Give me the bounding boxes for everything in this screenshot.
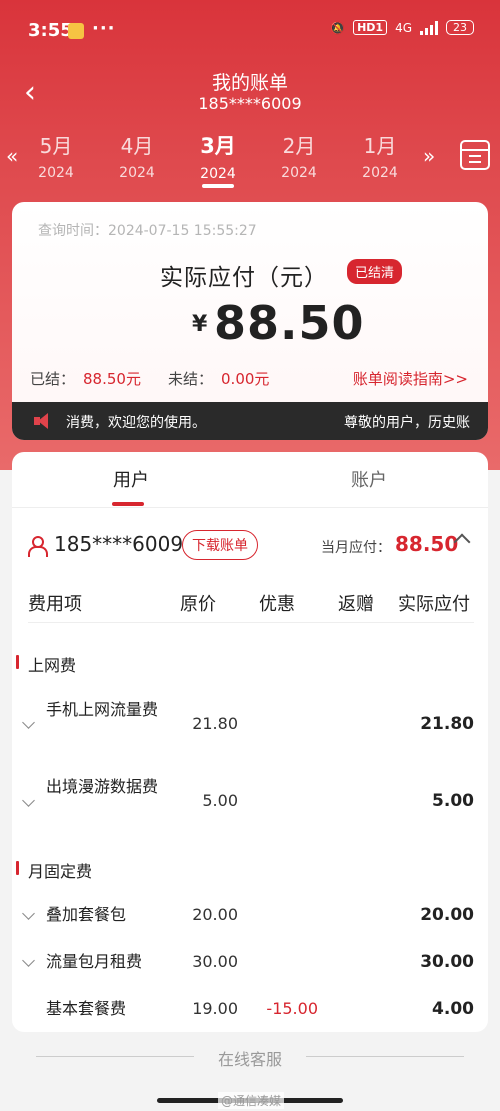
speaker-icon [34,413,50,429]
unsettled-value: 0.00元 [221,370,270,388]
chevron-down-icon[interactable] [22,954,35,967]
page-subtitle: 185****6009 [198,94,302,113]
watermark-text: @通信凑媒 [218,1092,285,1109]
status-bar: 3:55 ··· 🔕 HD1 4G 23 [0,0,500,62]
status-indicators: 🔕 HD1 4G 23 [330,20,474,35]
status-time: 3:55 [28,20,73,41]
header-final: 实际应付 [398,594,470,615]
month-tab-april[interactable]: 4月 2024 [107,130,167,181]
section-title: 上网费 [16,652,76,676]
active-tab-indicator [112,502,144,506]
tab-divider [12,507,488,508]
bottom-bar: 在线客服 @通信凑媒 [0,1032,500,1111]
fee-item-final: 20.00 [420,905,474,925]
total-amount: 88.50 [214,296,365,350]
fee-item-name: 基本套餐费 [46,999,127,1018]
notice-text-left: 消费，欢迎您的使用。 [66,415,206,431]
status-more: ··· [92,18,116,39]
section-title: 月固定费 [16,858,92,882]
hd-badge: HD1 [353,20,388,35]
month-tab-march[interactable]: 3月 2024 [188,130,248,188]
header-rebate: 返赠 [338,594,374,615]
bill-guide-link[interactable]: 账单阅读指南>> [353,368,468,389]
unsettled-label: 未结： [168,370,214,388]
fee-item-final: 5.00 [432,791,474,811]
query-time: 查询时间：2024-07-15 15:55:27 [38,223,257,239]
fee-item-name: 出境漫游数据费 [46,777,159,796]
download-bill-button[interactable]: 下载账单 [182,530,258,560]
fee-item-original: 21.80 [192,714,238,733]
month-label: 4月 [120,134,154,158]
mute-icon: 🔕 [330,20,346,35]
tab-user[interactable]: 用户 [12,466,250,492]
settled-value: 88.50元 [83,370,141,388]
battery-icon: 23 [446,20,474,35]
header-item: 费用项 [28,594,82,615]
fee-item-final: 4.00 [432,999,474,1019]
month-label: 5月 [39,134,73,158]
month-label: 2月 [282,134,316,158]
divider-line [306,1056,464,1057]
fee-item-name: 流量包月租费 [46,952,143,971]
header-original: 原价 [180,594,216,615]
notice-bar[interactable]: 消费，欢迎您的使用。 尊敬的用户，历史账 [12,402,488,440]
bill-summary-card: 查询时间：2024-07-15 15:55:27 实际应付（元） 已结清 ¥ 8… [12,202,488,440]
user-number: 185****6009 [54,532,184,556]
year-label: 2024 [119,165,155,181]
user-icon [28,536,48,557]
status-badge: 已结清 [347,259,403,284]
month-label: 3月 [200,134,236,158]
settled-label: 已结： [30,370,76,388]
due-title: 实际应付（元） [160,265,328,291]
fee-item-original: 19.00 [192,999,238,1018]
bill-detail-card: 用户 账户 185****6009 下载账单 当月应付： 88.50 费用项 原… [12,452,488,1032]
year-label: 2024 [362,165,398,181]
header-discount: 优惠 [259,594,295,615]
year-label: 2024 [200,166,236,182]
month-tab-february[interactable]: 2月 2024 [269,130,329,181]
chevron-down-icon[interactable] [22,716,35,729]
chevron-double-right-icon[interactable]: » [423,144,435,168]
fee-item-original: 30.00 [192,952,238,971]
page-title: 我的账单 [211,72,288,94]
year-label: 2024 [38,165,74,181]
signal-icon [420,20,438,35]
chevron-down-icon[interactable] [22,907,35,920]
fee-item-name: 叠加套餐包 [46,905,127,924]
fee-item-discount: -15.00 [266,999,318,1018]
fee-item-final: 30.00 [420,952,474,972]
monthly-due-label: 当月应付： [321,540,391,556]
month-tab-may[interactable]: 5月 2024 [26,130,86,181]
online-customer-service-button[interactable]: 在线客服 [0,1046,500,1070]
network-type: 4G [395,20,412,35]
notice-text-right: 尊敬的用户，历史账 [344,415,470,431]
month-label: 1月 [363,134,397,158]
chevron-double-left-icon[interactable]: « [6,144,18,168]
fee-item-original: 20.00 [192,905,238,924]
monthly-due-value: 88.50 [395,532,459,556]
unsettled-info: 未结： 0.00元 [168,368,269,389]
fee-item-original: 5.00 [202,791,238,810]
settled-info: 已结： 88.50元 [30,368,141,389]
table-divider [28,622,474,623]
year-label: 2024 [281,165,317,181]
fee-item-name: 手机上网流量费 [46,700,159,719]
calendar-icon[interactable] [460,140,490,170]
notification-app-icon [68,23,84,39]
tab-account[interactable]: 账户 [250,466,488,492]
chevron-down-icon[interactable] [22,794,35,807]
currency-symbol: ¥ [192,312,208,337]
month-tab-january[interactable]: 1月 2024 [350,130,410,181]
fee-item-final: 21.80 [420,714,474,734]
